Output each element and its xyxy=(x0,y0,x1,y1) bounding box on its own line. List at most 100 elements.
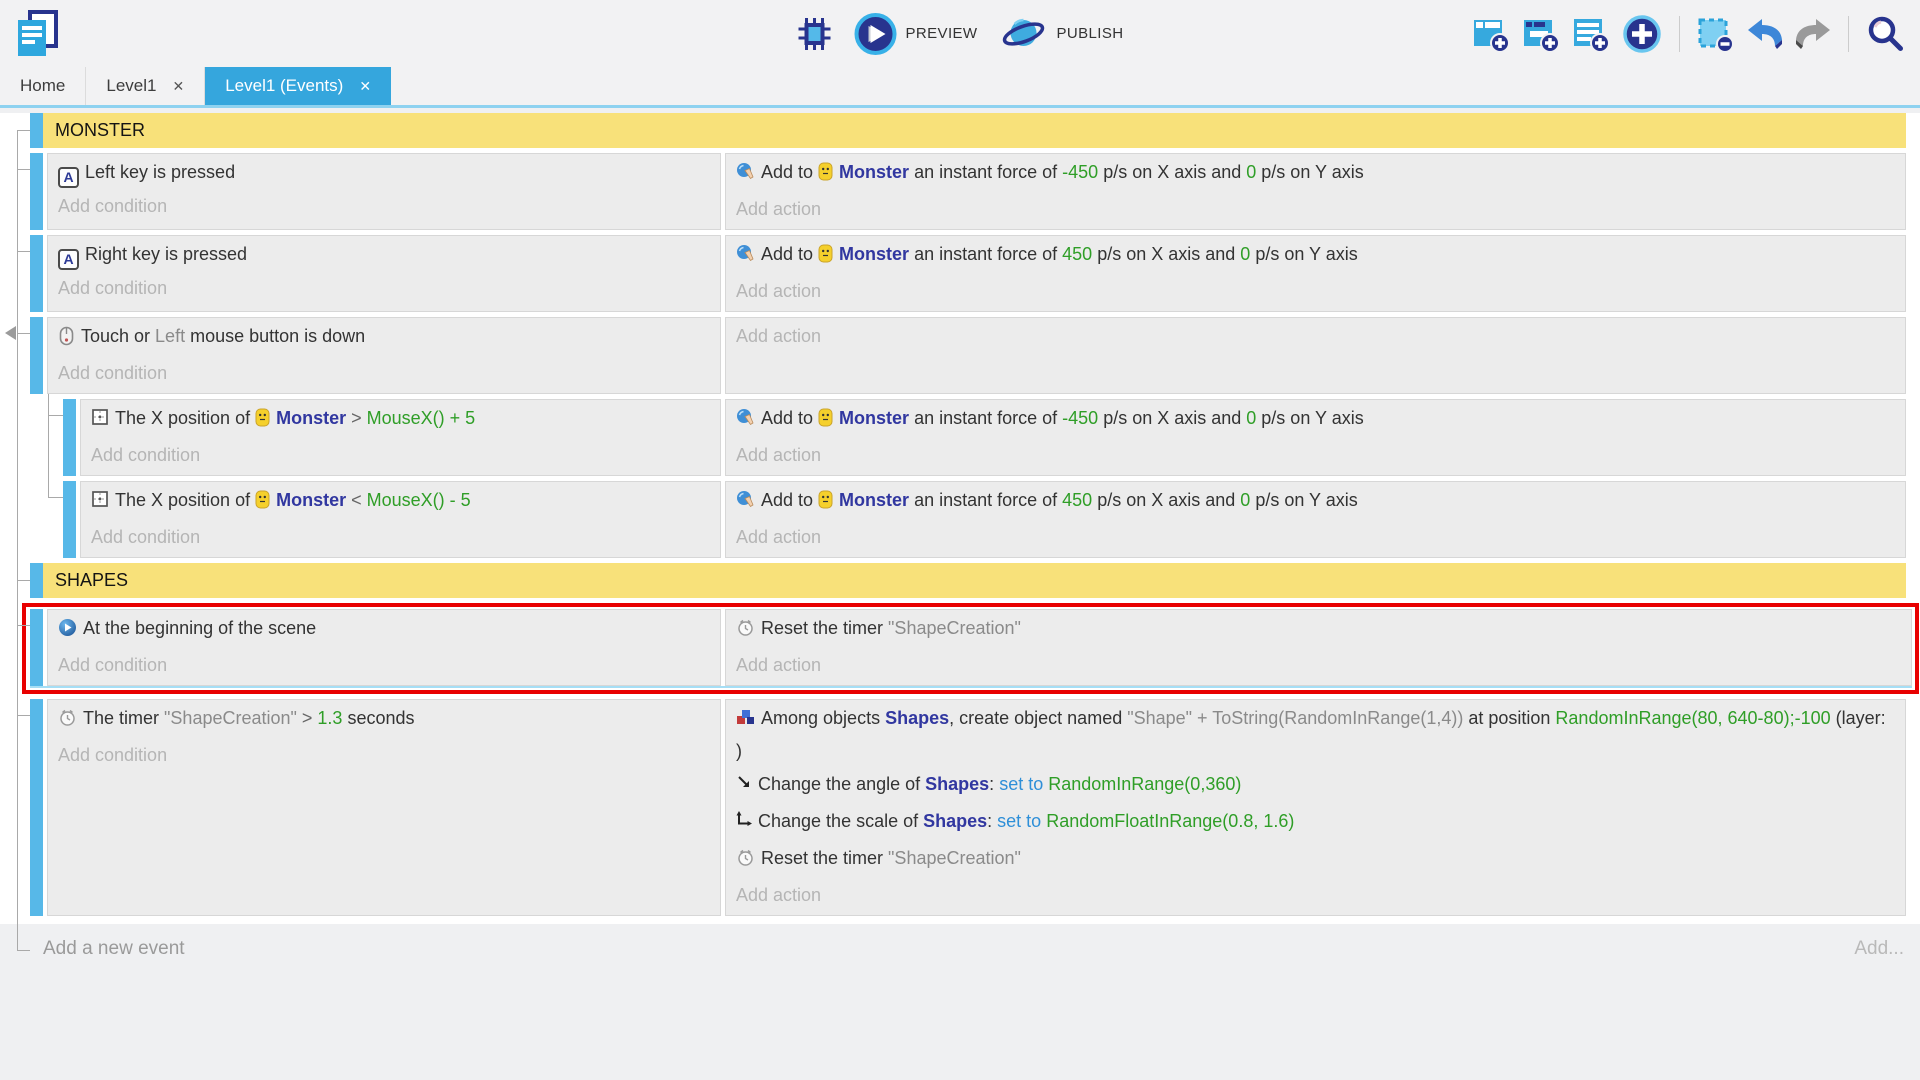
text-segment: Add to xyxy=(761,408,818,428)
add-subevent-button[interactable] xyxy=(1520,13,1562,55)
action-line[interactable]: Add to Monster an instant force of 450 p… xyxy=(726,484,1905,521)
text-segment: p/s on X axis and xyxy=(1098,162,1246,182)
redo-button[interactable] xyxy=(1793,16,1833,52)
add-event-button[interactable] xyxy=(1470,13,1512,55)
tab-level1[interactable]: Level1✕ xyxy=(86,67,205,105)
action-line[interactable]: Change the scale of Shapes: set to Rando… xyxy=(726,805,1905,842)
actions-cell[interactable]: Add action xyxy=(725,317,1906,394)
conditions-cell[interactable]: The X position of Monster > MouseX() + 5… xyxy=(80,399,721,476)
text-segment: Add to xyxy=(761,490,818,510)
collapse-marker-icon[interactable] xyxy=(5,326,16,340)
text-segment: seconds xyxy=(342,708,414,728)
add-action-button[interactable]: Add action xyxy=(726,320,1905,353)
text-segment: The X position of xyxy=(115,490,255,510)
action-line[interactable]: Add to Monster an instant force of -450 … xyxy=(726,156,1905,193)
add-condition-button[interactable]: Add condition xyxy=(48,190,720,223)
delete-selection-button[interactable] xyxy=(1695,13,1737,55)
publish-button[interactable]: PUBLISH xyxy=(997,11,1125,57)
undo-button[interactable] xyxy=(1745,16,1785,52)
add-action-button[interactable]: Add action xyxy=(726,879,1905,912)
text-segment: 450 xyxy=(1062,490,1092,510)
event-color-bar xyxy=(30,317,43,394)
add-condition-button[interactable]: Add condition xyxy=(48,272,720,305)
add-condition-button[interactable]: Add condition xyxy=(81,439,720,472)
text-segment: 450 xyxy=(1062,244,1092,264)
tree-line xyxy=(17,580,30,581)
event-row[interactable]: The timer "ShapeCreation" > 1.3 secondsA… xyxy=(30,699,1906,916)
add-action-button[interactable]: Add action xyxy=(726,275,1905,308)
event-row[interactable]: ARight key is pressedAdd conditionAdd to… xyxy=(30,235,1906,312)
condition-line[interactable]: Touch or Left mouse button is down xyxy=(48,320,720,357)
add-more-button[interactable] xyxy=(1620,12,1664,56)
text-segment: Reset the timer xyxy=(761,618,888,638)
add-action-button[interactable]: Add action xyxy=(726,649,1911,682)
text-segment: "ShapeCreation" xyxy=(888,618,1021,638)
text-segment: at position xyxy=(1463,708,1555,728)
search-button[interactable] xyxy=(1864,12,1908,56)
debugger-button[interactable] xyxy=(795,15,835,53)
preview-play-icon xyxy=(855,13,897,55)
add-condition-button[interactable]: Add condition xyxy=(48,357,720,390)
event-row[interactable]: At the beginning of the sceneAdd conditi… xyxy=(30,609,1912,688)
group-header-shapes[interactable]: SHAPES xyxy=(30,563,1906,598)
conditions-cell[interactable]: The timer "ShapeCreation" > 1.3 secondsA… xyxy=(47,699,721,916)
actions-cell[interactable]: Add to Monster an instant force of 450 p… xyxy=(725,481,1906,558)
action-line[interactable]: Reset the timer "ShapeCreation" xyxy=(726,612,1911,649)
action-line[interactable]: Change the angle of Shapes: set to Rando… xyxy=(726,768,1905,805)
conditions-cell[interactable]: ARight key is pressedAdd condition xyxy=(47,235,721,312)
text-segment: Touch or xyxy=(81,326,155,346)
add-new-event-button[interactable]: Add a new event xyxy=(43,938,185,960)
tab-close-icon[interactable]: ✕ xyxy=(172,78,184,95)
actions-cell[interactable]: Reset the timer "ShapeCreation"Add actio… xyxy=(725,609,1912,686)
add-action-button[interactable]: Add action xyxy=(726,193,1905,226)
timer-icon xyxy=(736,848,755,877)
text-segment: set to xyxy=(997,811,1046,831)
project-manager-button[interactable] xyxy=(12,8,62,60)
group-header-monster[interactable]: MONSTER xyxy=(30,113,1906,148)
action-line[interactable]: Reset the timer "ShapeCreation" xyxy=(726,842,1905,879)
conditions-cell[interactable]: At the beginning of the sceneAdd conditi… xyxy=(47,609,721,686)
actions-cell[interactable]: Add to Monster an instant force of 450 p… xyxy=(725,235,1906,312)
actions-cell[interactable]: Add to Monster an instant force of -450 … xyxy=(725,399,1906,476)
conditions-cell[interactable]: Touch or Left mouse button is downAdd co… xyxy=(47,317,721,394)
add-action-button[interactable]: Add action xyxy=(726,521,1905,554)
delete-selection-icon xyxy=(1697,15,1735,53)
monster-object-icon xyxy=(818,490,833,519)
condition-line[interactable]: ALeft key is pressed xyxy=(48,156,720,190)
event-row[interactable]: Touch or Left mouse button is downAdd co… xyxy=(30,317,1906,394)
add-comment-button[interactable] xyxy=(1570,13,1612,55)
condition-line[interactable]: The X position of Monster > MouseX() + 5 xyxy=(81,402,720,439)
tree-line xyxy=(48,394,49,497)
text-segment: Monster xyxy=(276,408,346,428)
preview-button[interactable]: PREVIEW xyxy=(853,11,980,57)
action-line[interactable]: Among objects Shapes, create object name… xyxy=(726,702,1905,768)
tab-close-icon[interactable]: ✕ xyxy=(359,78,371,95)
condition-line[interactable]: At the beginning of the scene xyxy=(48,612,720,649)
event-row[interactable]: ALeft key is pressedAdd conditionAdd to … xyxy=(30,153,1906,230)
text-segment: -450 xyxy=(1062,162,1098,182)
tab-level1-events[interactable]: Level1 (Events)✕ xyxy=(205,67,391,105)
conditions-cell[interactable]: The X position of Monster < MouseX() - 5… xyxy=(80,481,721,558)
add-action-button[interactable]: Add action xyxy=(726,439,1905,472)
condition-line[interactable]: The X position of Monster < MouseX() - 5 xyxy=(81,484,720,521)
add-condition-button[interactable]: Add condition xyxy=(48,649,720,682)
action-line[interactable]: Add to Monster an instant force of -450 … xyxy=(726,402,1905,439)
tab-home[interactable]: Home xyxy=(0,67,86,105)
add-condition-button[interactable]: Add condition xyxy=(81,521,720,554)
condition-line[interactable]: ARight key is pressed xyxy=(48,238,720,272)
text-segment: Monster xyxy=(839,408,909,428)
text-segment: > xyxy=(346,408,367,428)
add-more-link[interactable]: Add... xyxy=(1854,938,1904,960)
tree-line xyxy=(48,415,63,416)
action-line[interactable]: Add to Monster an instant force of 450 p… xyxy=(726,238,1905,275)
text-segment: -450 xyxy=(1062,408,1098,428)
add-condition-button[interactable]: Add condition xyxy=(48,739,720,772)
actions-cell[interactable]: Add to Monster an instant force of -450 … xyxy=(725,153,1906,230)
event-row[interactable]: The X position of Monster > MouseX() + 5… xyxy=(63,399,1906,476)
condition-line[interactable]: The timer "ShapeCreation" > 1.3 seconds xyxy=(48,702,720,739)
actions-cell[interactable]: Among objects Shapes, create object name… xyxy=(725,699,1906,916)
conditions-cell[interactable]: ALeft key is pressedAdd condition xyxy=(47,153,721,230)
monster-object-icon xyxy=(818,162,833,191)
text-segment: an instant force of xyxy=(909,162,1062,182)
event-row[interactable]: The X position of Monster < MouseX() - 5… xyxy=(63,481,1906,558)
